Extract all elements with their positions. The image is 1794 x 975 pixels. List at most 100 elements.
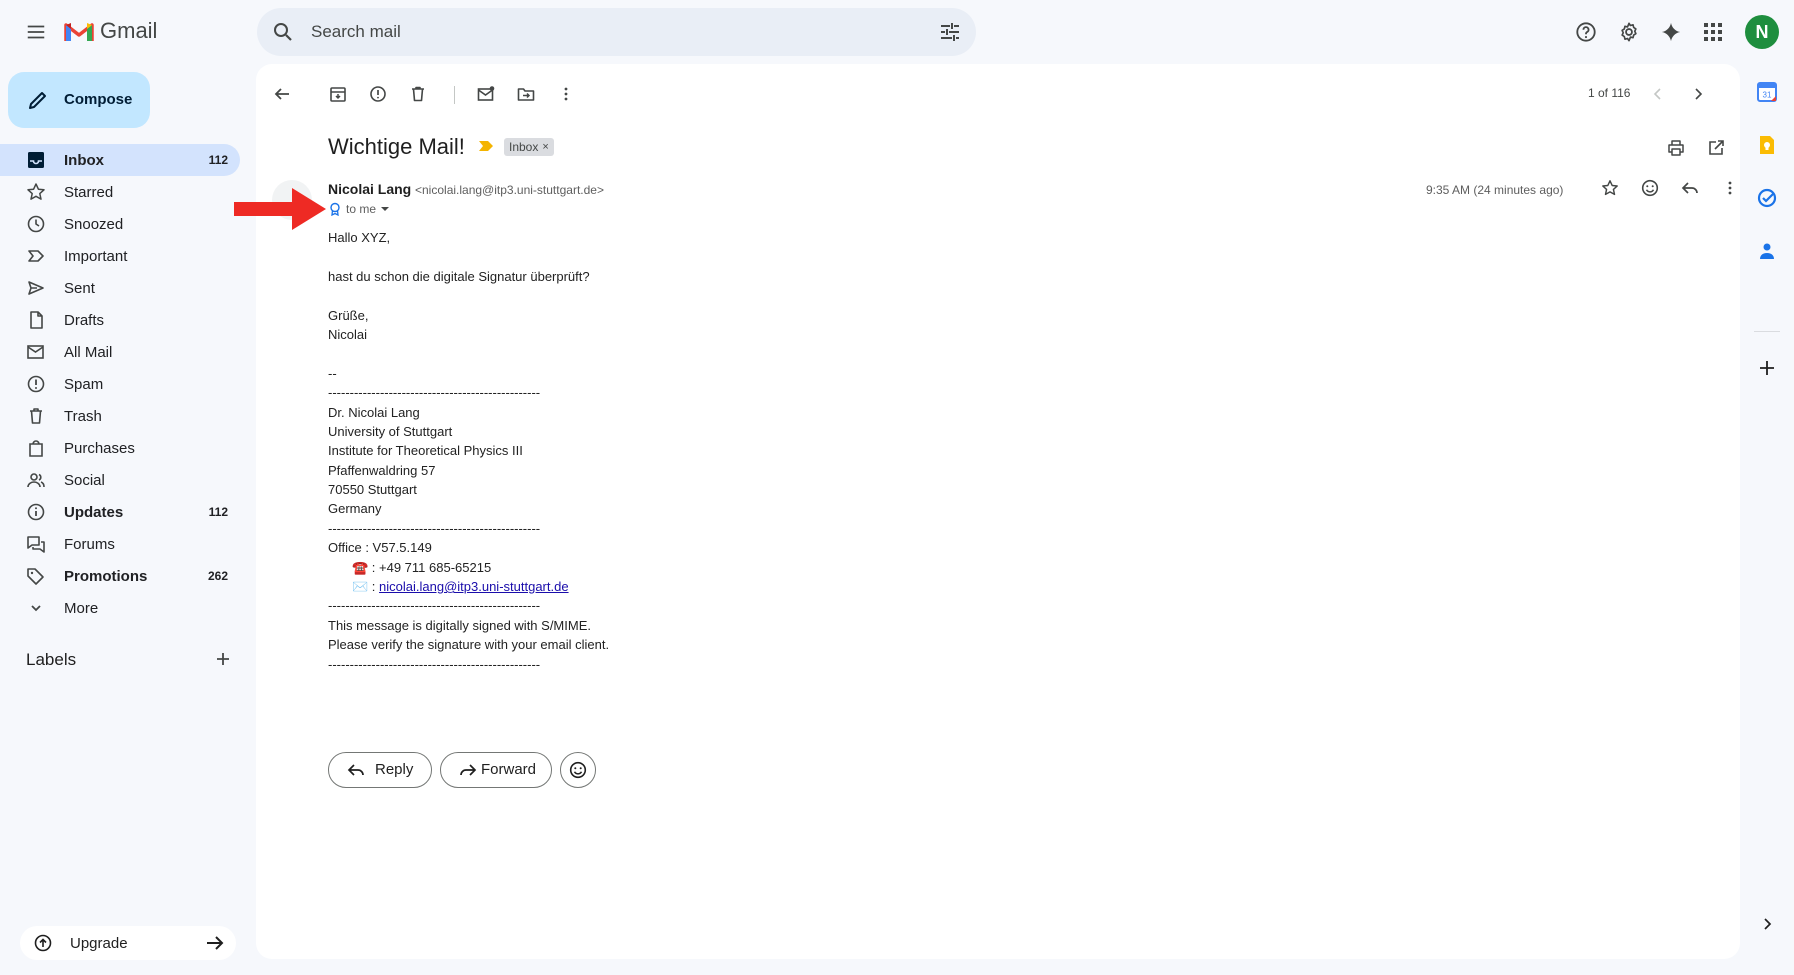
recipient-row[interactable]: to me <box>328 202 390 216</box>
nav-item-starred[interactable]: Starred <box>0 176 240 208</box>
nav-label: Important <box>64 248 128 265</box>
nav-item-spam[interactable]: Spam <box>0 368 240 400</box>
move-to-button[interactable] <box>508 76 544 112</box>
nav-item-trash[interactable]: Trash <box>0 400 240 432</box>
phone-line: ☎️ : +49 711 685-65215 <box>352 559 492 575</box>
reply-icon-button[interactable] <box>1672 170 1708 206</box>
nav-count: 262 <box>207 569 228 583</box>
emoji-reaction-button[interactable] <box>560 752 596 788</box>
signed-badge-icon[interactable] <box>328 202 342 216</box>
nav-label: Starred <box>64 184 114 201</box>
email-line: ✉️ : nicolai.lang@itp3.uni-stuttgart.de <box>328 577 609 596</box>
nav-item-promotions[interactable]: Promotions 262 <box>0 560 240 592</box>
nav-item-more[interactable]: More <box>0 592 240 624</box>
help-icon <box>1576 22 1596 42</box>
important-icon <box>28 250 44 262</box>
upgrade-button[interactable]: Upgrade <box>20 926 236 960</box>
tasks-app-button[interactable] <box>1753 184 1781 212</box>
search-options-icon[interactable] <box>938 20 962 44</box>
body-line: ----------------------------------------… <box>328 656 541 672</box>
archive-button[interactable] <box>320 76 356 112</box>
print-button[interactable] <box>1658 130 1694 166</box>
contacts-app-button[interactable] <box>1753 237 1781 265</box>
nav-item-social[interactable]: Social <box>0 464 240 496</box>
nav-label: All Mail <box>64 344 113 361</box>
add-reaction-button[interactable] <box>1632 170 1668 206</box>
label-chip-text: Inbox <box>509 140 539 154</box>
body-line: Nicolai <box>328 326 368 342</box>
tasks-icon <box>1757 188 1777 208</box>
gmail-logo[interactable]: Gmail <box>64 18 157 44</box>
inbox-icon <box>28 152 44 168</box>
shopping-bag-icon <box>29 440 43 457</box>
side-panel-rail: 31 <box>1740 64 1794 975</box>
red-arrow-annotation-icon <box>234 188 326 230</box>
remove-label-icon[interactable]: × <box>542 141 548 153</box>
gemini-button[interactable] <box>1651 12 1691 52</box>
nav-item-inbox[interactable]: Inbox 112 <box>0 144 240 176</box>
body-line: ----------------------------------------… <box>328 385 541 401</box>
body-line: ----------------------------------------… <box>328 598 541 614</box>
caret-down-icon[interactable] <box>380 204 390 214</box>
google-apps-button[interactable] <box>1693 12 1733 52</box>
open-new-window-button[interactable] <box>1698 130 1734 166</box>
trash-icon <box>30 408 42 424</box>
account-avatar[interactable]: N <box>1745 15 1779 49</box>
plus-icon <box>1760 361 1774 375</box>
nav-label: Forums <box>64 536 115 553</box>
expand-side-panel-button[interactable] <box>1753 910 1781 938</box>
nav-item-important[interactable]: Important <box>0 240 240 272</box>
sender-email: <nicolai.lang@itp3.uni-stuttgart.de> <box>415 183 604 197</box>
important-marker-icon[interactable] <box>478 140 494 152</box>
back-button[interactable] <box>264 76 300 112</box>
more-options-button[interactable] <box>548 76 584 112</box>
sparkle-icon <box>1661 22 1681 42</box>
settings-button[interactable] <box>1609 12 1649 52</box>
body-line: hast du schon die digitale Signatur über… <box>328 268 590 284</box>
nav-item-all-mail[interactable]: All Mail <box>0 336 240 368</box>
upgrade-label: Upgrade <box>70 935 128 952</box>
delete-button[interactable] <box>400 76 436 112</box>
body-line: 70550 Stuttgart <box>328 482 417 498</box>
search-icon[interactable] <box>271 20 295 44</box>
reply-label: Reply <box>375 761 414 778</box>
nav-item-purchases[interactable]: Purchases <box>0 432 240 464</box>
chevron-right-icon <box>1764 918 1772 930</box>
forward-button[interactable]: Forward <box>440 752 552 788</box>
calendar-app-button[interactable]: 31 <box>1753 78 1781 106</box>
search-input[interactable]: Search mail <box>311 22 401 42</box>
signature-email-link[interactable]: nicolai.lang@itp3.uni-stuttgart.de <box>379 579 569 594</box>
gmail-m-icon <box>64 23 94 41</box>
report-spam-button[interactable] <box>360 76 396 112</box>
labels-heading: Labels <box>26 650 77 669</box>
body-line: Please verify the signature with your em… <box>328 637 610 653</box>
older-button[interactable] <box>1680 76 1716 112</box>
create-label-button[interactable] <box>208 644 238 674</box>
star-icon <box>1602 180 1618 196</box>
body-line: Institute for Theoretical Physics III <box>328 443 523 459</box>
sender-name[interactable]: Nicolai Lang <box>328 181 411 197</box>
compose-button[interactable]: Compose <box>8 72 150 128</box>
more-vert-icon <box>1728 181 1732 195</box>
inbox-label-chip: Inbox × <box>504 138 554 156</box>
nav-item-sent[interactable]: Sent <box>0 272 240 304</box>
get-addons-button[interactable] <box>1753 354 1781 382</box>
body-line: Dr. Nicolai Lang <box>328 404 420 420</box>
support-button[interactable] <box>1566 12 1606 52</box>
nav-item-forums[interactable]: Forums <box>0 528 240 560</box>
keep-app-button[interactable] <box>1753 131 1781 159</box>
nav-item-drafts[interactable]: Drafts <box>0 304 240 336</box>
forward-label: Forward <box>481 761 537 778</box>
gear-icon <box>1621 22 1637 42</box>
newer-button[interactable] <box>1640 76 1676 112</box>
apps-grid-icon <box>1704 23 1722 41</box>
nav-item-snoozed[interactable]: Snoozed <box>0 208 240 240</box>
main-menu-button[interactable] <box>16 12 56 52</box>
mark-unread-button[interactable] <box>468 76 504 112</box>
people-icon <box>27 473 45 488</box>
body-line <box>328 247 609 266</box>
reply-button[interactable]: Reply <box>328 752 432 788</box>
nav-item-updates[interactable]: Updates 112 <box>0 496 240 528</box>
star-button[interactable] <box>1592 170 1628 206</box>
search-bar[interactable]: Search mail <box>257 8 976 56</box>
